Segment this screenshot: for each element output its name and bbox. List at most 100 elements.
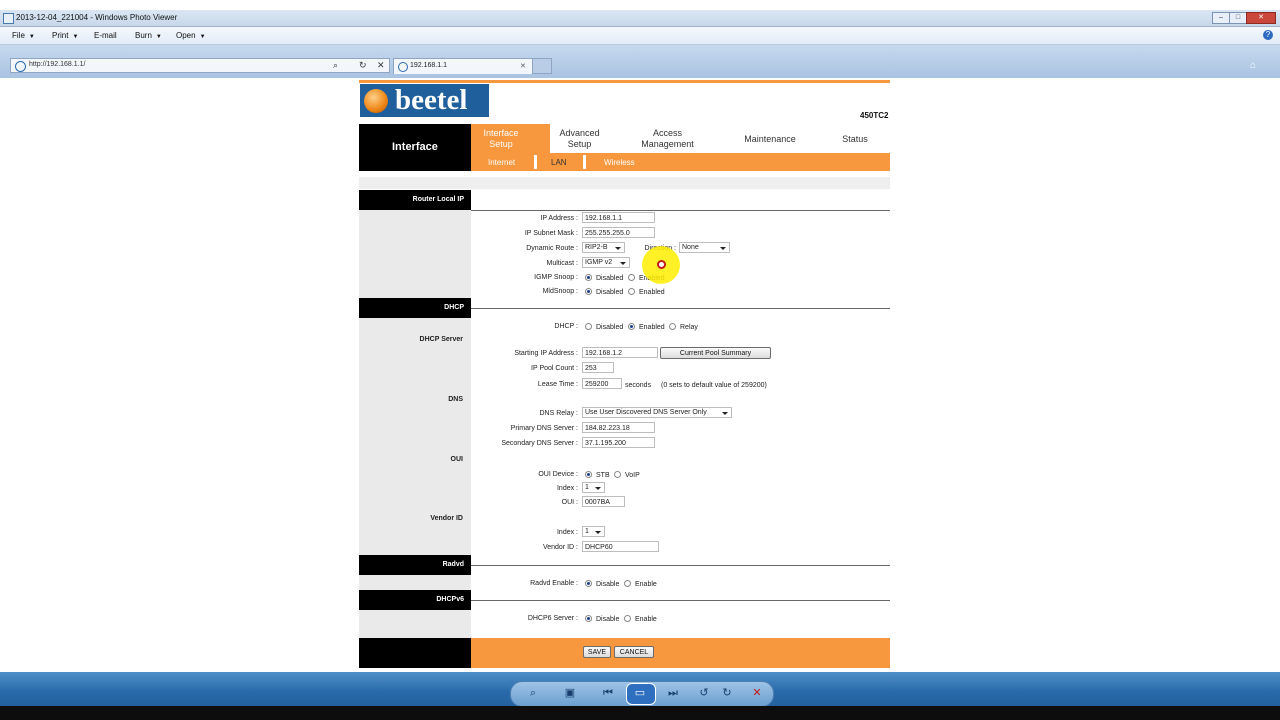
igmp-disabled-radio[interactable] — [585, 274, 592, 281]
dhcp-disabled-radio[interactable] — [585, 323, 592, 330]
menu-email[interactable]: E-mail — [94, 31, 117, 40]
next-icon[interactable]: ⏭ — [662, 685, 684, 701]
direction-select[interactable]: None — [679, 242, 730, 253]
igmp-disabled-text: Disabled — [596, 275, 624, 282]
igmp-enabled-radio[interactable] — [628, 274, 635, 281]
dhcp6-disable-text: Disable — [596, 616, 620, 623]
menu-file[interactable]: File ▼ — [12, 31, 35, 40]
actual-size-icon[interactable]: ▣ — [560, 685, 580, 701]
section-router-local-ip: Router Local IP — [359, 190, 471, 210]
dhcp-relay-radio[interactable] — [669, 323, 676, 330]
browser-toolbar: http://192.168.1.1/ ⌕ ↻ ✕ 192.168.1.1 ✕ … — [0, 45, 1280, 78]
tab-close-icon[interactable]: ✕ — [520, 62, 526, 70]
dns-heading: DNS — [448, 396, 463, 403]
browser-tab[interactable]: 192.168.1.1 ✕ — [393, 58, 533, 74]
beetel-logo: beetel — [360, 84, 489, 117]
oui-label: OUI : — [561, 499, 578, 506]
menu-print[interactable]: Print ▼ — [52, 31, 78, 40]
oui-index-select[interactable]: 1 — [582, 482, 605, 493]
dhcp6-enable-radio[interactable] — [624, 615, 631, 622]
subtab-wireless[interactable]: Wireless — [604, 158, 635, 167]
nav-section-title: Interface — [392, 141, 438, 153]
search-icon[interactable]: ⌕ — [333, 60, 338, 71]
oui-voip-radio[interactable] — [614, 471, 621, 478]
section-dhcp: DHCP — [359, 298, 471, 318]
dhcp-enabled-radio[interactable] — [628, 323, 635, 330]
mld-disabled-text: Disabled — [596, 289, 624, 296]
section-divider — [471, 308, 890, 309]
new-tab-button[interactable] — [532, 58, 552, 74]
section-dhcpv6: DHCPv6 — [359, 590, 471, 610]
maximize-button[interactable]: □ — [1229, 12, 1247, 24]
vendor-id-heading: Vendor ID — [430, 515, 463, 522]
secondary-dns-input[interactable]: 37.1.195.200 — [582, 437, 655, 448]
nav-section: Interface — [359, 124, 471, 171]
secondary-dns-label: Secondary DNS Server : — [501, 440, 578, 447]
lease-time-label: Lease Time : — [537, 381, 578, 388]
zoom-icon[interactable]: ⌕ — [522, 685, 544, 701]
mld-snoop-label: MldSnoop : — [542, 288, 578, 295]
home-icon[interactable]: ⌂ — [1250, 60, 1256, 71]
dhcp-label: DHCP : — [554, 323, 578, 330]
vendor-id-input[interactable]: DHCP60 — [582, 541, 659, 552]
ie-icon — [15, 61, 26, 72]
radvd-enable-text: Enable — [635, 581, 657, 588]
address-bar[interactable]: http://192.168.1.1/ ⌕ ↻ ✕ — [10, 58, 390, 73]
dhcp6-disable-radio[interactable] — [585, 615, 592, 622]
menu-bar: File ▼ Print ▼ E-mail Burn ▼ Open ▼ ? — [0, 27, 1280, 45]
current-pool-summary-button[interactable]: Current Pool Summary — [660, 347, 771, 359]
spacer-bar — [359, 177, 890, 189]
minimize-button[interactable]: – — [1212, 12, 1230, 24]
tab-access-management[interactable]: Access Management — [630, 128, 705, 150]
primary-dns-input[interactable]: 184.82.223.18 — [582, 422, 655, 433]
delete-icon[interactable]: ✕ — [748, 685, 766, 701]
menu-open[interactable]: Open ▼ — [176, 31, 206, 40]
rotate-right-icon[interactable]: ↻ — [718, 685, 736, 701]
close-button[interactable]: ✕ — [1246, 12, 1276, 24]
mld-enabled-text: Enabled — [639, 289, 665, 296]
subtab-lan[interactable]: LAN — [551, 158, 567, 167]
logo-text: beetel — [395, 84, 468, 116]
mld-enabled-radio[interactable] — [628, 288, 635, 295]
dns-relay-select[interactable]: Use User Discovered DNS Server Only — [582, 407, 732, 418]
tab-interface-setup[interactable]: Interface Setup — [476, 128, 526, 150]
radvd-enable-radio[interactable] — [624, 580, 631, 587]
subnet-mask-input[interactable]: 255.255.255.0 — [582, 227, 655, 238]
dynamic-route-select[interactable]: RIP2-B — [582, 242, 625, 253]
vendor-index-select[interactable]: 1 — [582, 526, 605, 537]
pool-count-input[interactable]: 253 — [582, 362, 614, 373]
help-icon[interactable]: ? — [1263, 30, 1273, 40]
oui-voip-text: VoIP — [625, 472, 640, 479]
pool-count-label: IP Pool Count : — [531, 365, 578, 372]
rotate-left-icon[interactable]: ↺ — [695, 685, 713, 701]
stop-icon[interactable]: ✕ — [377, 60, 385, 71]
tab-status[interactable]: Status — [830, 134, 880, 145]
vendor-id-label: Vendor ID : — [542, 544, 578, 551]
starting-ip-input[interactable]: 192.168.1.2 — [582, 347, 658, 358]
dns-relay-label: DNS Relay : — [539, 410, 578, 417]
previous-icon[interactable]: ⏮ — [597, 685, 619, 701]
primary-dns-label: Primary DNS Server : — [510, 425, 578, 432]
subtab-internet[interactable]: Internet — [488, 158, 515, 167]
section-divider — [471, 600, 890, 601]
multicast-select[interactable]: IGMP v2 — [582, 257, 630, 268]
ip-address-input[interactable]: 192.168.1.1 — [582, 212, 655, 223]
cancel-button[interactable]: CANCEL — [614, 646, 654, 658]
menu-burn[interactable]: Burn ▼ — [135, 31, 162, 40]
radvd-disable-radio[interactable] — [585, 580, 592, 587]
lease-time-input[interactable]: 259200 — [582, 378, 622, 389]
oui-input[interactable]: 0007BA — [582, 496, 625, 507]
refresh-icon[interactable]: ↻ — [359, 60, 367, 71]
save-button[interactable]: SAVE — [583, 646, 611, 658]
section-radvd: Radvd — [359, 555, 471, 575]
subnet-mask-label: IP Subnet Mask : — [524, 230, 578, 237]
slideshow-icon: ▭ — [634, 687, 646, 699]
tab-maintenance[interactable]: Maintenance — [730, 134, 810, 145]
mld-disabled-radio[interactable] — [585, 288, 592, 295]
oui-stb-radio[interactable] — [585, 471, 592, 478]
address-text: http://192.168.1.1/ — [29, 61, 86, 68]
tab-advanced-setup[interactable]: Advanced Setup — [552, 128, 607, 150]
photo-viewer-icon — [3, 13, 14, 24]
subtab-divider — [534, 155, 537, 169]
dhcp6-enable-text: Enable — [635, 616, 657, 623]
